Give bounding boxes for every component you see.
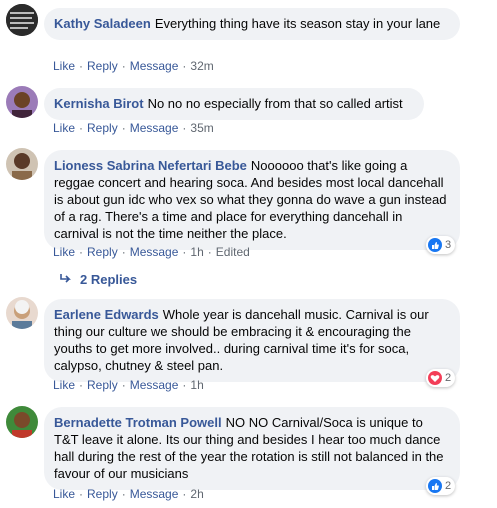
message-link[interactable]: Message <box>130 378 179 392</box>
comment-bubble: Kernisha Birot No no no especially from t… <box>44 88 424 120</box>
comment-author[interactable]: Kernisha Birot <box>54 96 144 111</box>
timestamp[interactable]: 1h <box>190 378 203 392</box>
like-link[interactable]: Like <box>53 59 75 73</box>
comment-text: No no no especially from that so called … <box>147 96 403 111</box>
message-link[interactable]: Message <box>130 121 179 135</box>
timestamp[interactable]: 2h <box>190 487 203 501</box>
like-link[interactable]: Like <box>53 121 75 135</box>
comment-bubble: Lioness Sabrina Nefertari Bebe Noooooo th… <box>44 150 460 250</box>
reply-link[interactable]: Reply <box>87 121 118 135</box>
love-icon <box>428 371 442 385</box>
avatar[interactable] <box>6 86 38 118</box>
comment-author[interactable]: Bernadette Trotman Powell <box>54 415 222 430</box>
comment-author[interactable]: Kathy Saladeen <box>54 16 151 31</box>
comment-author[interactable]: Lioness Sabrina Nefertari Bebe <box>54 158 247 173</box>
message-link[interactable]: Message <box>130 245 179 259</box>
edited-label: Edited <box>215 245 250 259</box>
reaction-count: 3 <box>445 239 452 251</box>
reply-link[interactable]: Reply <box>87 487 118 501</box>
reaction-count: 2 <box>445 372 452 384</box>
reply-link[interactable]: Reply <box>87 378 118 392</box>
like-icon <box>428 479 442 493</box>
comment-actions: Like · Reply · Message · 2h <box>53 487 204 501</box>
comment-text: Everything thing have its season stay in… <box>154 16 441 31</box>
comment-actions: Like · Reply · Message · 1h · Edited <box>53 245 250 259</box>
reaction-summary[interactable]: 2 <box>426 369 456 387</box>
timestamp[interactable]: 1h <box>190 245 203 259</box>
timestamp[interactable]: 35m <box>190 121 213 135</box>
comment-author[interactable]: Earlene Edwards <box>54 307 159 322</box>
avatar[interactable] <box>6 4 38 36</box>
avatar[interactable] <box>6 406 38 438</box>
avatar[interactable] <box>6 297 38 329</box>
comment-actions: Like · Reply · Message · 1h <box>53 378 204 392</box>
replies-label: 2 Replies <box>80 272 138 287</box>
comment-bubble: Kathy Saladeen Everything thing have its … <box>44 8 460 40</box>
reaction-summary[interactable]: 2 <box>426 477 456 495</box>
message-link[interactable]: Message <box>130 487 179 501</box>
like-link[interactable]: Like <box>53 487 75 501</box>
reaction-summary[interactable]: 3 <box>426 236 456 254</box>
like-link[interactable]: Like <box>53 245 75 259</box>
reply-link[interactable]: Reply <box>87 59 118 73</box>
like-link[interactable]: Like <box>53 378 75 392</box>
comment-bubble: Earlene Edwards Whole year is dancehall m… <box>44 299 460 382</box>
message-link[interactable]: Message <box>130 59 179 73</box>
view-replies-link[interactable]: 2 Replies <box>60 272 137 287</box>
comment-bubble: Bernadette Trotman Powell NO NO Carnival/… <box>44 407 460 490</box>
avatar[interactable] <box>6 148 38 180</box>
reply-arrow-icon <box>60 272 74 287</box>
reply-link[interactable]: Reply <box>87 245 118 259</box>
comment-actions: Like · Reply · Message · 32m <box>53 59 214 73</box>
comment-actions: Like · Reply · Message · 35m <box>53 121 214 135</box>
reaction-count: 2 <box>445 480 452 492</box>
timestamp[interactable]: 32m <box>190 59 213 73</box>
like-icon <box>428 238 442 252</box>
